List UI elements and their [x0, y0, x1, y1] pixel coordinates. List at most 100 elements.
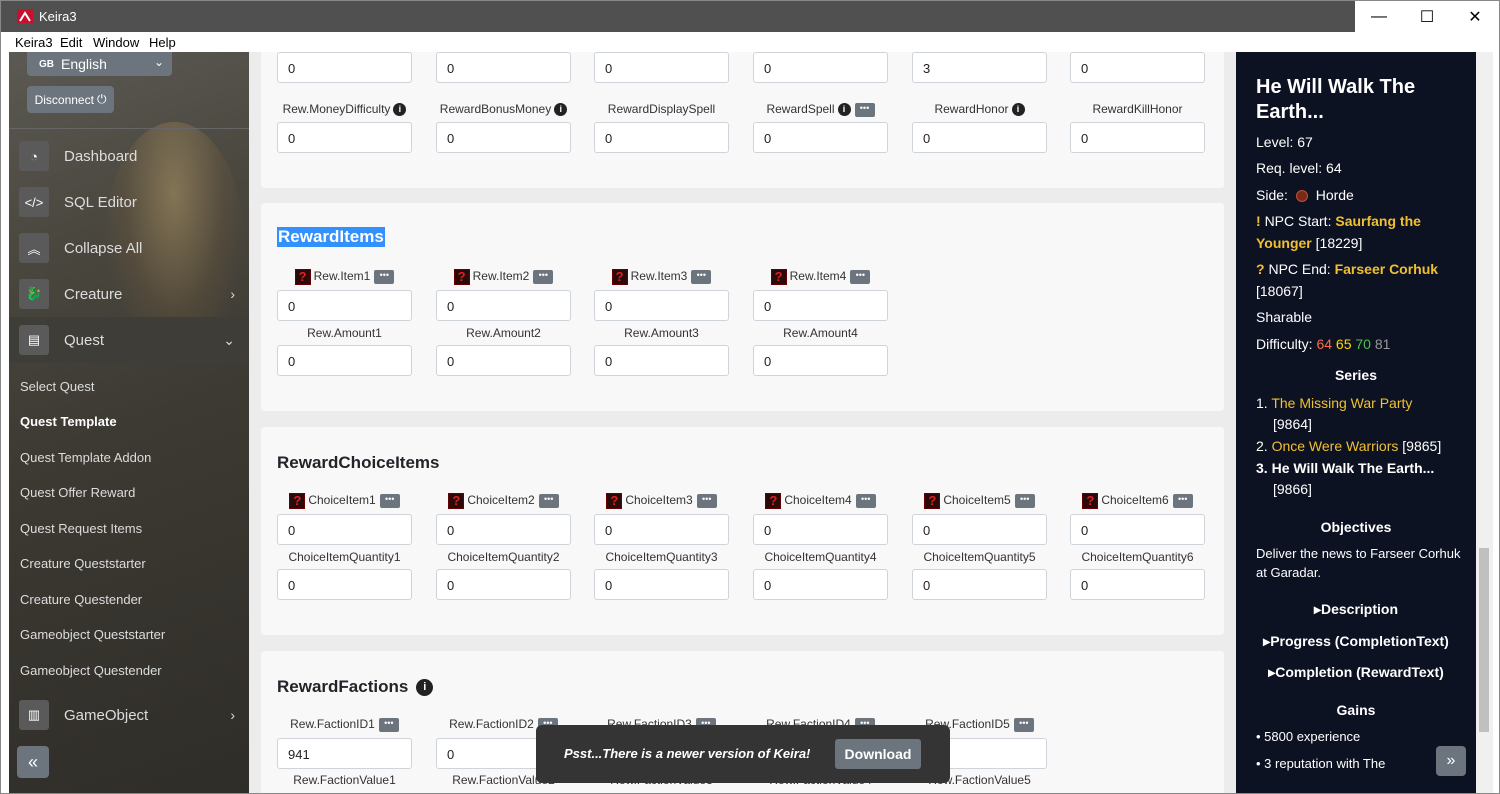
reward-honor-label: RewardHonor i — [912, 102, 1047, 117]
menu-keira3[interactable]: Keira3 — [15, 35, 53, 50]
faction-id1-input[interactable]: 941 — [277, 738, 412, 769]
progress-toggle[interactable]: ▸Progress (CompletionText) — [1236, 633, 1476, 650]
choice-item6-label: ? ChoiceItem6 ••• — [1070, 493, 1205, 509]
top-field-4[interactable]: 0 — [753, 52, 888, 83]
nav-gameobject[interactable]: ▥ GameObject › — [9, 692, 249, 738]
minimize-button[interactable]: — — [1355, 1, 1403, 32]
menu-edit[interactable]: Edit — [60, 35, 82, 50]
menu-window[interactable]: Window — [93, 35, 139, 50]
completion-toggle[interactable]: ▸Completion (RewardText) — [1236, 664, 1476, 681]
close-window-button[interactable]: ✕ — [1451, 1, 1499, 32]
reward-display-spell-input[interactable]: 0 — [594, 122, 729, 153]
info-icon[interactable]: i — [416, 679, 434, 697]
sidebar-item-quest-template[interactable]: Quest Template — [20, 414, 117, 429]
more-button[interactable]: ••• — [538, 494, 559, 508]
nav-dashboard[interactable]: ◔ Dashboard — [9, 133, 249, 179]
choice-qty6-input[interactable]: 0 — [1070, 569, 1205, 600]
top-field-5[interactable]: 3 — [912, 52, 1047, 83]
scrollbar-thumb[interactable] — [1479, 548, 1489, 732]
top-field-1[interactable]: 0 — [277, 52, 412, 83]
choice-qty3-input[interactable]: 0 — [594, 569, 729, 600]
choice-item2-input[interactable]: 0 — [436, 514, 571, 545]
nav-collapse-all[interactable]: ︽ Collapse All — [9, 225, 249, 271]
reward-spell-input[interactable]: 0 — [753, 122, 888, 153]
more-button[interactable]: ••• — [533, 270, 554, 284]
nav-sql-editor[interactable]: </> SQL Editor — [9, 179, 249, 225]
choice-item3-input[interactable]: 0 — [594, 514, 729, 545]
expand-preview-button[interactable]: » — [1436, 746, 1466, 776]
choice-item1-label: ? ChoiceItem1 ••• — [277, 493, 412, 509]
sidebar-item-creature-questender[interactable]: Creature Questender — [20, 592, 142, 607]
language-select[interactable]: GB English ⌄ — [27, 52, 172, 76]
choice-item6-input[interactable]: 0 — [1070, 514, 1205, 545]
more-button[interactable]: ••• — [379, 494, 400, 508]
download-button[interactable]: Download — [835, 739, 921, 769]
more-button[interactable]: ••• — [854, 102, 875, 117]
sidebar-item-gameobject-questender[interactable]: Gameobject Questender — [20, 663, 162, 678]
npc-start-link-cont[interactable]: Younger — [1256, 235, 1312, 251]
more-button[interactable]: ••• — [855, 494, 876, 508]
choice-item1-input[interactable]: 0 — [277, 514, 412, 545]
series-link[interactable]: The Missing War Party — [1271, 395, 1412, 411]
section-title-reward-factions: RewardFactions i — [277, 677, 434, 697]
question-mark-item-icon: ? — [289, 493, 306, 509]
rew-amount1-input[interactable]: 0 — [277, 345, 412, 376]
sidebar-item-quest-request-items[interactable]: Quest Request Items — [20, 521, 142, 536]
preview-scrollbar[interactable] — [1476, 52, 1493, 793]
more-button[interactable]: ••• — [374, 270, 395, 284]
reward-kill-honor-input[interactable]: 0 — [1070, 122, 1205, 153]
sidebar-item-quest-template-addon[interactable]: Quest Template Addon — [20, 450, 151, 465]
rew-money-difficulty-input[interactable]: 0 — [277, 122, 412, 153]
rew-item1-input[interactable]: 0 — [277, 290, 412, 321]
rew-amount1-label: Rew.Amount1 — [307, 326, 382, 340]
top-field-2[interactable]: 0 — [436, 52, 571, 83]
maximize-button[interactable]: ☐ — [1403, 1, 1451, 32]
series-link[interactable]: Once Were Warriors — [1272, 438, 1399, 454]
sidebar-item-quest-offer-reward[interactable]: Quest Offer Reward — [20, 485, 135, 500]
nav-quest[interactable]: ▤ Quest ⌄ — [9, 317, 249, 363]
more-button[interactable]: ••• — [696, 494, 717, 508]
menu-help[interactable]: Help — [149, 35, 176, 50]
choice-qty1-input[interactable]: 0 — [277, 569, 412, 600]
more-button[interactable]: ••• — [1172, 494, 1193, 508]
npc-end-link[interactable]: Farseer Corhuk — [1335, 261, 1438, 277]
rew-item4-input[interactable]: 0 — [753, 290, 888, 321]
reward-bonus-money-input[interactable]: 0 — [436, 122, 571, 153]
npc-start-link[interactable]: Saurfang the — [1335, 213, 1421, 229]
reward-honor-input[interactable]: 0 — [912, 122, 1047, 153]
disconnect-button[interactable]: Disconnect ⏻ — [27, 86, 114, 113]
choice-qty5-input[interactable]: 0 — [912, 569, 1047, 600]
more-button[interactable]: ••• — [850, 270, 871, 284]
more-button[interactable]: ••• — [1014, 494, 1035, 508]
choice-item5-input[interactable]: 0 — [912, 514, 1047, 545]
info-icon[interactable]: i — [554, 103, 568, 117]
more-button[interactable]: ••• — [1013, 717, 1034, 732]
sidebar-item-creature-queststarter[interactable]: Creature Queststarter — [20, 556, 146, 571]
description-toggle[interactable]: ▸Description — [1236, 601, 1476, 618]
rew-item3-input[interactable]: 0 — [594, 290, 729, 321]
collapse-sidebar-button[interactable]: « — [17, 746, 49, 778]
top-field-6[interactable]: 0 — [1070, 52, 1205, 83]
info-icon[interactable]: i — [837, 103, 851, 117]
rew-amount4-input[interactable]: 0 — [753, 345, 888, 376]
series-item-3: 3. He Will Walk The Earth... — [1256, 460, 1435, 476]
choice-qty2-input[interactable]: 0 — [436, 569, 571, 600]
more-button[interactable]: ••• — [378, 717, 399, 732]
sidebar-item-gameobject-queststarter[interactable]: Gameobject Queststarter — [20, 627, 165, 642]
rew-item2-input[interactable]: 0 — [436, 290, 571, 321]
rew-amount2-input[interactable]: 0 — [436, 345, 571, 376]
top-field-3[interactable]: 0 — [594, 52, 729, 83]
question-mark-item-icon: ? — [1082, 493, 1099, 509]
series-title: Series — [1334, 367, 1378, 383]
double-chevron-right-icon: » — [1446, 752, 1456, 769]
close-icon: ✕ — [1468, 8, 1482, 26]
info-icon[interactable]: i — [1011, 103, 1025, 117]
sidebar-item-select-quest[interactable]: Select Quest — [20, 379, 94, 394]
nav-creature[interactable]: 🐉 Creature › — [9, 271, 249, 317]
choice-item4-input[interactable]: 0 — [753, 514, 888, 545]
info-icon[interactable]: i — [393, 103, 407, 117]
dashboard-icon: ◔ — [19, 141, 49, 171]
more-button[interactable]: ••• — [691, 270, 712, 284]
rew-amount3-input[interactable]: 0 — [594, 345, 729, 376]
choice-qty4-input[interactable]: 0 — [753, 569, 888, 600]
